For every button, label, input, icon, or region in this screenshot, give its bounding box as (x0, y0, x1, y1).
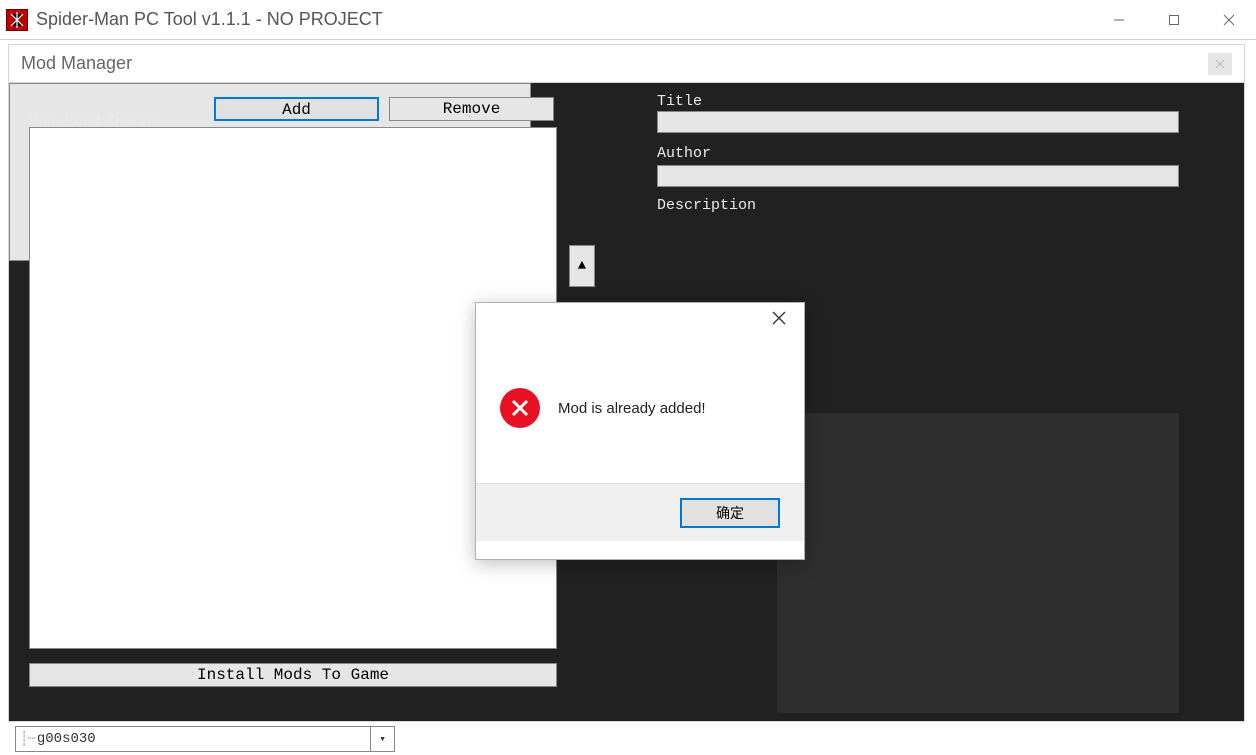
install-mods-button[interactable]: Install Mods To Game (29, 663, 557, 687)
tree-lines-icon: ┊┈ (16, 731, 35, 748)
maximize-button[interactable] (1146, 0, 1201, 39)
mod-manager-close-button[interactable] (1208, 53, 1232, 75)
dialog-ok-button[interactable]: 确定 (680, 498, 780, 528)
preview-pane (777, 413, 1179, 713)
add-button[interactable]: Add (214, 97, 379, 121)
title-label: Title (657, 93, 702, 110)
author-label: Author (657, 145, 711, 162)
error-dialog: Mod is already added! 确定 (475, 302, 805, 560)
title-input[interactable] (657, 111, 1179, 133)
minimize-button[interactable] (1091, 0, 1146, 39)
asset-tree-dropdown[interactable]: ┊┈ g00s030 ▾ (15, 726, 395, 752)
remove-button[interactable]: Remove (389, 97, 554, 121)
move-up-button[interactable]: ▲ (569, 245, 595, 287)
window-controls (1091, 0, 1256, 39)
close-button[interactable] (1201, 0, 1256, 39)
window-titlebar: Spider-Man PC Tool v1.1.1 - NO PROJECT (0, 0, 1256, 40)
author-input[interactable] (657, 165, 1179, 187)
description-label: Description (657, 197, 756, 214)
chevron-down-icon[interactable]: ▾ (370, 727, 394, 751)
dialog-message: Mod is already added! (558, 400, 706, 417)
mod-manager-titlebar: Mod Manager (9, 45, 1244, 83)
tree-item-label: g00s030 (37, 731, 370, 747)
window-title: Spider-Man PC Tool v1.1.1 - NO PROJECT (36, 9, 1091, 30)
app-icon (6, 9, 28, 31)
mod-manager-title: Mod Manager (21, 53, 1208, 74)
dialog-close-button[interactable] (764, 303, 794, 333)
error-icon (500, 388, 540, 428)
